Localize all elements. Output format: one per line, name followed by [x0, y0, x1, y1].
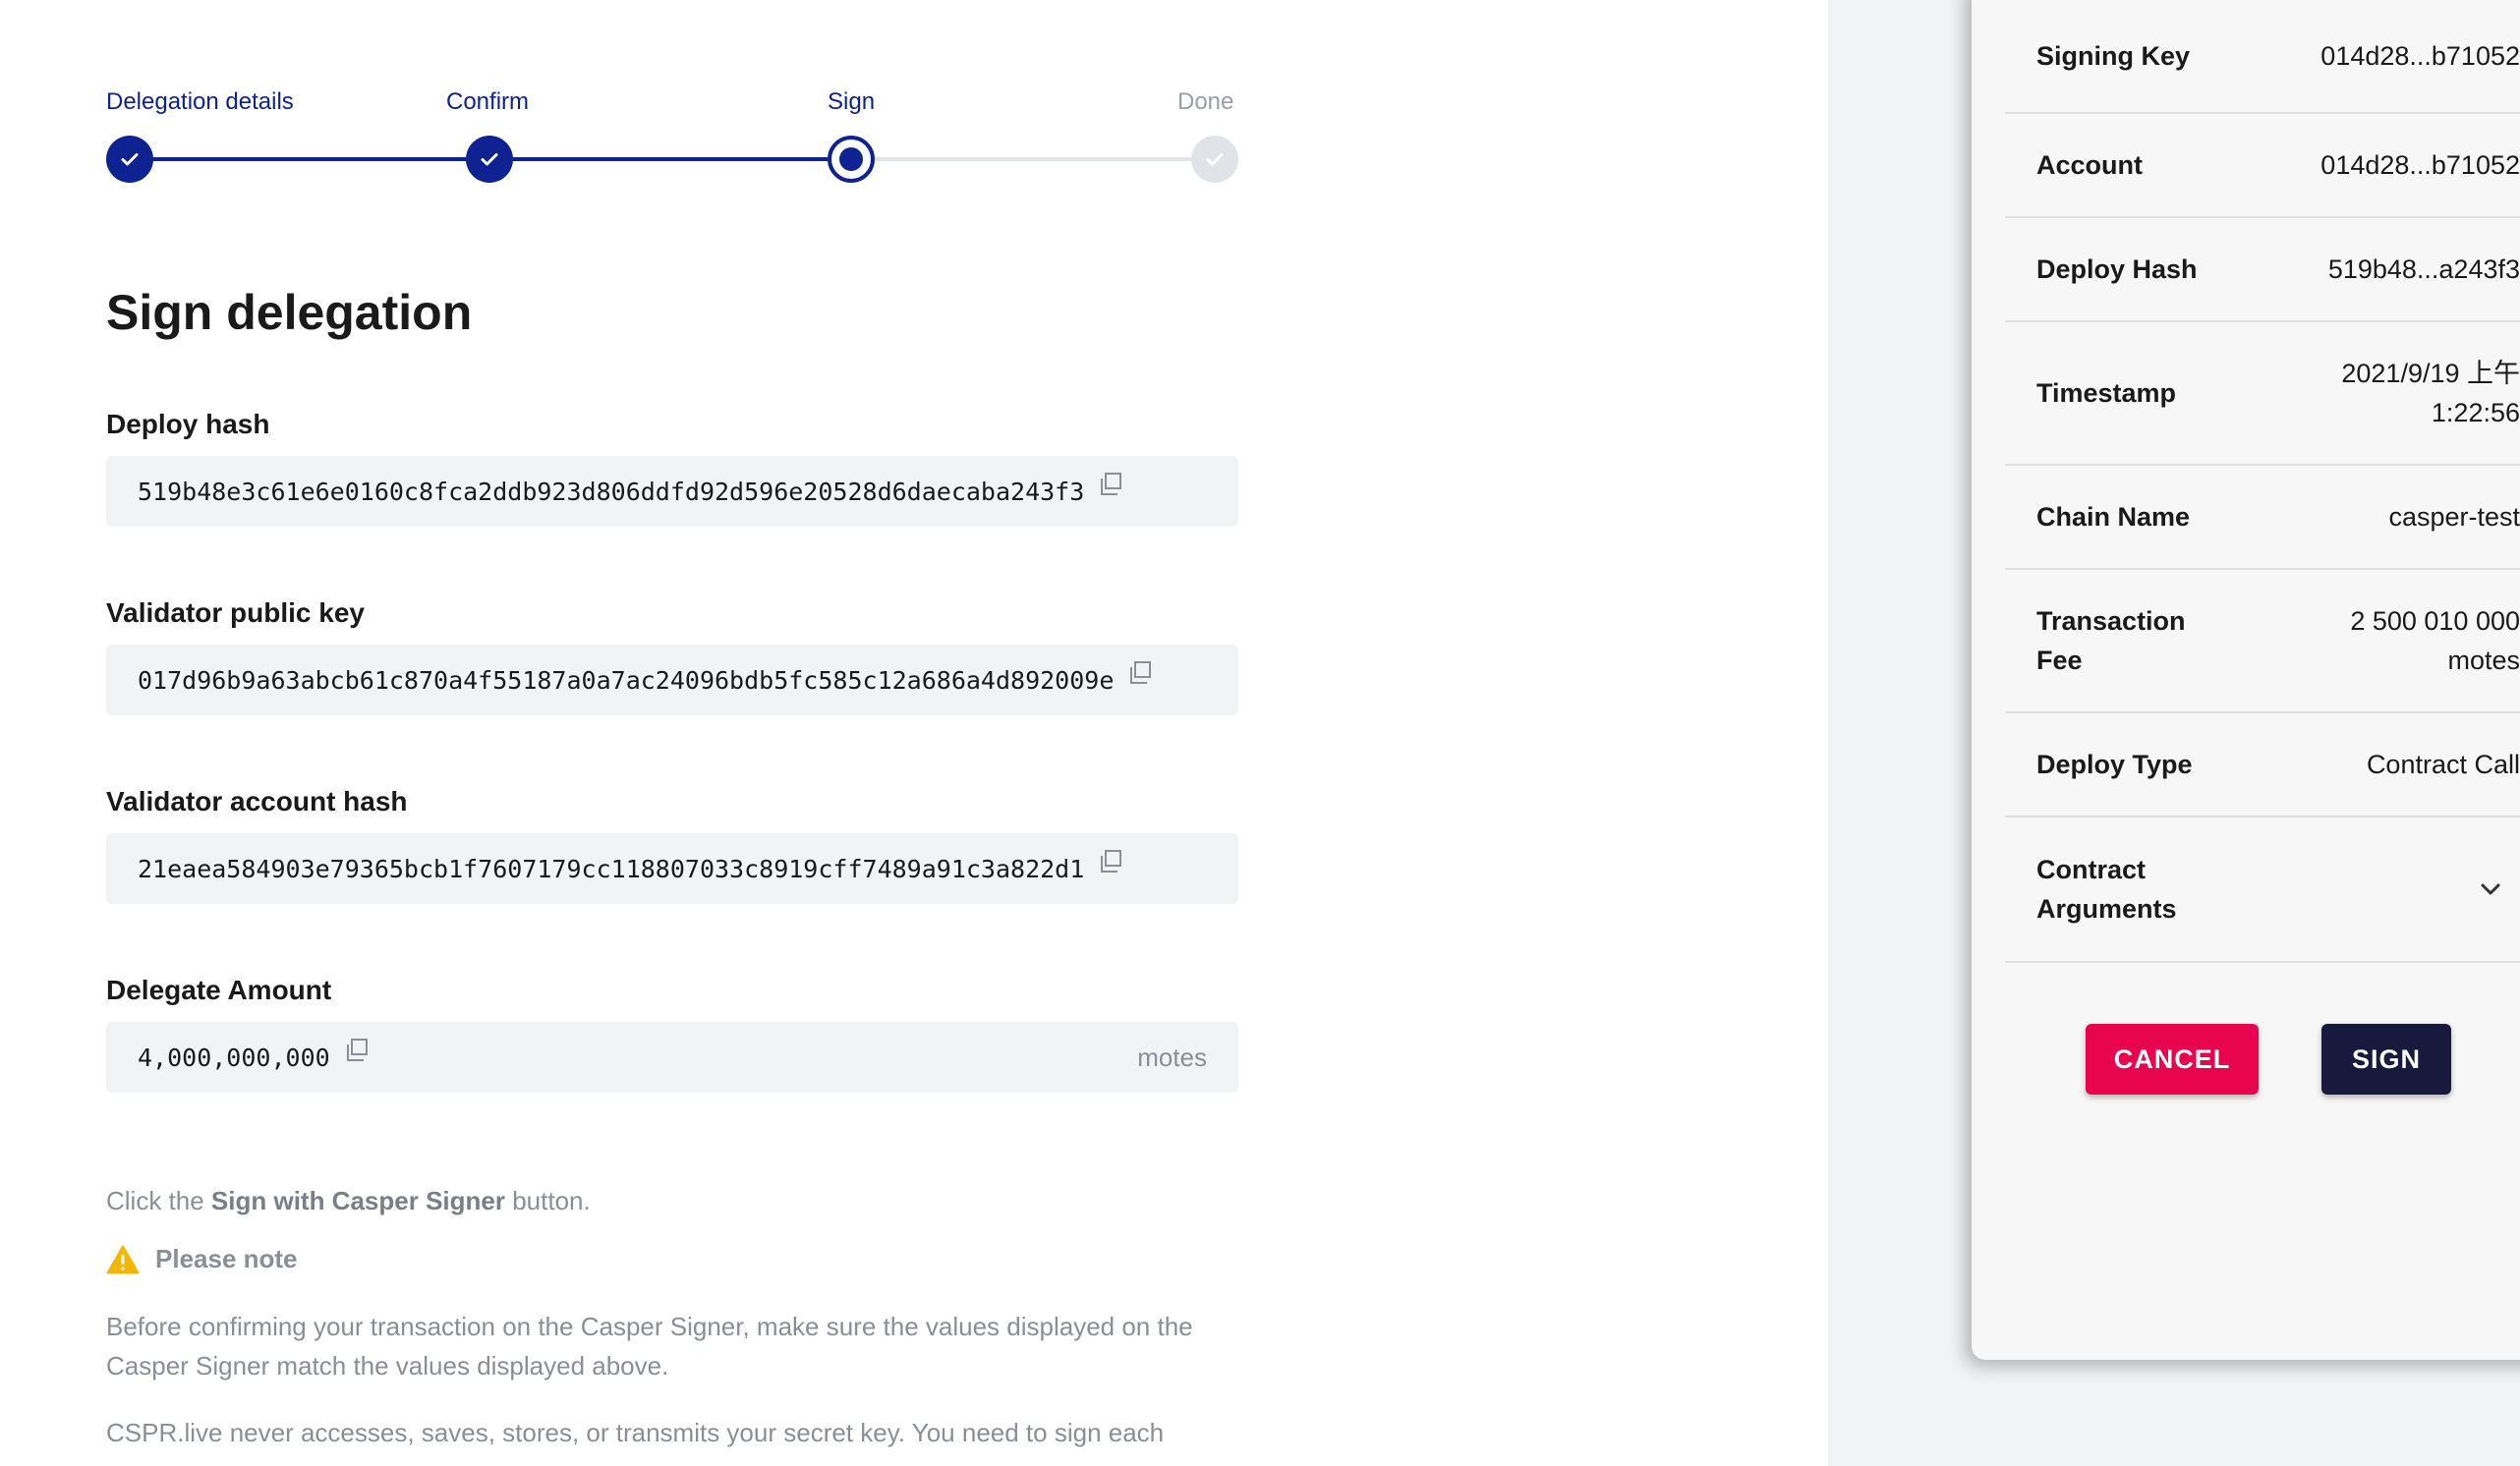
cancel-button[interactable]: CANCEL	[2086, 1024, 2259, 1095]
step-label-confirm: Confirm	[446, 88, 530, 115]
deploy-type-label: Deploy Type	[2036, 750, 2193, 779]
deploy-hash-label: Deploy hash	[106, 409, 270, 439]
copy-icon[interactable]	[344, 1038, 370, 1063]
validator-public-key-label: Validator public key	[106, 597, 365, 628]
deploy-type-value: Contract Call	[2366, 750, 2520, 779]
transaction-fee-label-line1: Transaction	[2036, 606, 2186, 636]
signer-row-timestamp: Timestamp 2021/9/19 上午 1:22:56	[2005, 322, 2520, 466]
signer-row-signing-key: Signing Key 014d28...b71052	[2005, 0, 2520, 114]
step-dot-done	[1191, 136, 1238, 183]
signer-row-account: Account 014d28...b71052	[2005, 114, 2520, 218]
progress-stepper: Delegation details Confirm Sign Done	[106, 86, 1238, 185]
validator-account-hash-label: Validator account hash	[106, 786, 408, 817]
delegate-amount-value: 4,000,000,000	[138, 1043, 330, 1072]
chain-name-label: Chain Name	[2036, 502, 2191, 532]
delegate-amount-field: 4,000,000,000 motes	[106, 1022, 1238, 1093]
signer-row-chain-name: Chain Name casper-test	[2005, 466, 2520, 570]
copy-icon[interactable]	[1098, 472, 1123, 497]
step-dot-sign	[828, 136, 875, 183]
signer-row-transaction-fee: Transaction Fee 2 500 010 000 motes	[2005, 570, 2520, 713]
sign-instruction: Click the Sign with Casper Signer button…	[106, 1181, 1246, 1220]
warning-icon	[106, 1245, 140, 1273]
transaction-fee-amount: 2 500 010 000	[2350, 606, 2520, 636]
transaction-fee-value: 2 500 010 000 motes	[2350, 601, 2520, 680]
instruction-prefix: Click the	[106, 1186, 211, 1215]
contract-arguments-label: Contract Arguments	[2036, 850, 2177, 929]
validator-account-hash-field: 21eaea584903e79365bcb1f7607179cc11880703…	[106, 833, 1238, 904]
instruction-button-name: Sign with Casper Signer	[210, 1186, 505, 1215]
account-value: 014d28...b71052	[2320, 150, 2520, 180]
deploy-hash-short-label: Deploy Hash	[2036, 254, 2198, 284]
sign-button[interactable]: SIGN	[2321, 1024, 2451, 1095]
step-line-pending	[828, 157, 1215, 161]
please-note-heading: Please note	[106, 1244, 298, 1274]
deploy-hash-short-value: 519b48...a243f3	[2327, 254, 2520, 284]
deploy-hash-field: 519b48e3c61e6e0160c8fca2ddb923d806ddfd92…	[106, 456, 1238, 527]
chain-name-value: casper-test	[2388, 502, 2520, 532]
instruction-suffix: button.	[504, 1186, 591, 1215]
signer-row-contract-arguments[interactable]: Contract Arguments	[2005, 818, 2520, 963]
signing-key-value: 014d28...b71052	[2320, 41, 2520, 71]
account-label: Account	[2036, 150, 2143, 180]
chevron-down-icon[interactable]	[2477, 875, 2504, 903]
page-title: Sign delegation	[106, 285, 473, 340]
timestamp-value: 2021/9/19 上午 1:22:56	[2341, 354, 2520, 432]
transaction-fee-unit: motes	[2447, 646, 2520, 675]
contract-arguments-label-line1: Contract	[2036, 855, 2147, 884]
copy-icon[interactable]	[1098, 849, 1123, 874]
transaction-fee-label-line2: Fee	[2036, 646, 2083, 675]
deploy-hash-value: 519b48e3c61e6e0160c8fca2ddb923d806ddfd92…	[138, 477, 1085, 506]
security-text: CSPR.live never accesses, saves, stores,…	[106, 1418, 1165, 1447]
contract-arguments-label-line2: Arguments	[2036, 894, 2177, 924]
step-label-sign: Sign	[828, 88, 876, 115]
validator-account-hash-value: 21eaea584903e79365bcb1f7607179cc11880703…	[138, 854, 1085, 883]
signing-key-label: Signing Key	[2036, 41, 2191, 71]
check-icon	[121, 153, 139, 166]
check-icon	[1206, 153, 1224, 166]
please-note-text: Before confirming your transaction on th…	[106, 1312, 1193, 1381]
timestamp-label: Timestamp	[2036, 378, 2177, 408]
check-icon	[481, 153, 498, 166]
please-note-title: Please note	[155, 1244, 298, 1273]
validator-public-key-field: 017d96b9a63abcb61c870a4f55187a0a7ac24096…	[106, 645, 1238, 715]
timestamp-date: 2021/9/19 上午	[2341, 359, 2520, 388]
timestamp-time: 1:22:56	[2431, 398, 2520, 427]
step-dot-confirm	[466, 136, 513, 183]
validator-public-key-value: 017d96b9a63abcb61c870a4f55187a0a7ac24096…	[138, 665, 1115, 695]
delegate-amount-label: Delegate Amount	[106, 975, 332, 1005]
step-label-delegation-details: Delegation details	[106, 88, 294, 115]
step-dot-delegation-details	[106, 136, 153, 183]
delegate-amount-unit: motes	[1137, 1042, 1207, 1072]
step-label-done: Done	[1177, 88, 1234, 115]
signer-row-deploy-hash: Deploy Hash 519b48...a243f3	[2005, 218, 2520, 322]
signer-row-deploy-type: Deploy Type Contract Call	[2005, 713, 2520, 818]
transaction-fee-label: Transaction Fee	[2036, 601, 2186, 680]
main-panel: Delegation details Confirm Sign Done Sig…	[0, 0, 1828, 1466]
copy-icon[interactable]	[1127, 660, 1153, 686]
